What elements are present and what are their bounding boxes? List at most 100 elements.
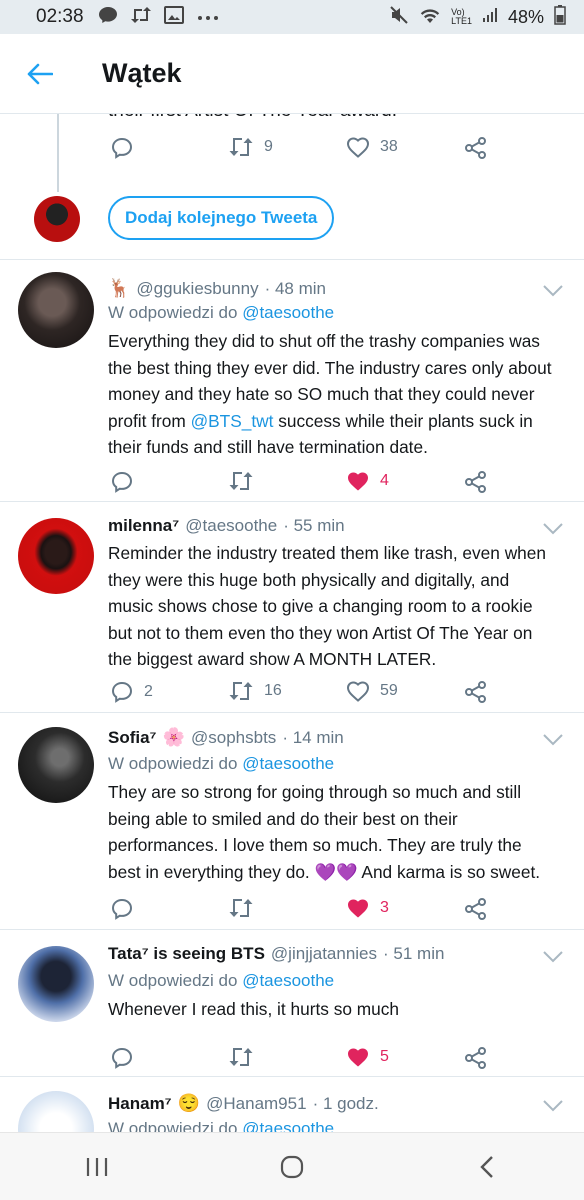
user-handle[interactable]: @ggukiesbunny [136, 279, 258, 299]
reply-button[interactable] [110, 1046, 134, 1070]
like-count: 3 [380, 899, 389, 916]
reply-to-handle[interactable]: @taesoothe [242, 754, 334, 773]
thread-content: their first Artist Of The Year award. 9 … [0, 114, 584, 1132]
user-name[interactable]: Hanam⁷ [108, 1094, 172, 1114]
user-avatar[interactable] [18, 1091, 94, 1132]
like-button[interactable]: 4 [346, 470, 389, 492]
tweet-time: · 1 godz. [312, 1093, 379, 1113]
user-avatar[interactable] [18, 272, 94, 348]
thread-line [57, 114, 59, 192]
like-button[interactable]: 38 [346, 136, 398, 158]
mention-link[interactable]: @BTS_twt [191, 411, 274, 431]
heart-filled-icon [348, 899, 368, 918]
reply-icon [111, 1047, 133, 1069]
tweet[interactable]: Sofia⁷ 🌸 @sophsbts · 14 min W odpowiedzi… [0, 713, 584, 929]
like-count: 5 [380, 1048, 389, 1065]
signal-icon [482, 7, 498, 28]
tweet-actions: 2 16 59 [108, 680, 508, 716]
tweet-time: · 14 min [282, 727, 344, 747]
like-button[interactable]: 3 [346, 897, 389, 919]
retweet-count: 9 [264, 138, 273, 155]
like-button[interactable]: 59 [346, 680, 398, 702]
recent-apps-button[interactable] [67, 1147, 127, 1187]
reply-to-handle[interactable]: @taesoothe [242, 1119, 334, 1132]
reply-to-handle[interactable]: @taesoothe [242, 303, 334, 322]
relieved-emoji-icon: 😌 [177, 1093, 201, 1113]
tweet-text: Everything they did to shut off the tras… [108, 331, 552, 457]
tweet[interactable]: 🦌 @ggukiesbunny · 48 min W odpowiedzi do… [0, 260, 584, 501]
retweet-icon [229, 472, 253, 490]
user-handle[interactable]: @sophsbts [191, 728, 276, 748]
like-button[interactable]: 5 [346, 1046, 389, 1068]
retweet-button[interactable] [228, 1046, 254, 1068]
home-button[interactable] [262, 1147, 322, 1187]
retweet-icon [229, 899, 253, 917]
reply-count: 2 [144, 683, 153, 700]
home-icon [280, 1155, 304, 1178]
share-button[interactable] [464, 680, 488, 704]
chevron-down-icon[interactable] [542, 733, 564, 747]
reply-icon [111, 681, 133, 703]
user-handle[interactable]: @taesoothe [185, 516, 277, 536]
chevron-down-icon[interactable] [542, 284, 564, 298]
previous-tweet-actions: 9 38 [108, 136, 508, 172]
share-button[interactable] [464, 897, 488, 921]
user-handle[interactable]: @Hanam951 [206, 1094, 306, 1114]
user-avatar[interactable] [18, 518, 94, 594]
user-name[interactable]: Tata⁷ is seeing BTS [108, 944, 265, 964]
retweet-icon [229, 138, 253, 156]
user-name[interactable]: milenna⁷ [108, 516, 179, 536]
tweet-text: Reminder the industry treated them like … [108, 543, 547, 669]
heart-icon [346, 681, 370, 702]
tweet[interactable]: milenna⁷ @taesoothe · 55 min Reminder th… [0, 502, 584, 712]
user-name[interactable]: Sofia⁷ [108, 728, 157, 748]
reply-icon [111, 137, 133, 159]
tweet-time: · 51 min [383, 944, 445, 963]
tweet-time: · 55 min [283, 516, 345, 535]
status-time: 02:38 [36, 6, 84, 27]
tweet[interactable]: Tata⁷ is seeing BTS @jinjjatannies · 51 … [0, 930, 584, 1076]
back-arrow-icon [27, 63, 53, 84]
share-button[interactable] [464, 136, 488, 160]
user-avatar[interactable] [18, 946, 94, 1022]
battery-icon [554, 4, 566, 30]
system-nav-bar [0, 1132, 584, 1200]
chevron-down-icon[interactable] [542, 950, 564, 964]
retweet-button[interactable]: 9 [228, 136, 273, 158]
user-handle[interactable]: @jinjjatannies [271, 944, 377, 964]
chevron-down-icon[interactable] [542, 1099, 564, 1113]
reply-button[interactable] [110, 470, 134, 494]
retweet-button[interactable]: 16 [228, 680, 282, 702]
reply-button[interactable] [110, 136, 134, 160]
reply-icon [111, 898, 133, 920]
tweet[interactable]: Hanam⁷ 😌 @Hanam951 · 1 godz. W odpowiedz… [0, 1077, 584, 1132]
retweet-button[interactable] [228, 470, 254, 492]
own-avatar [34, 196, 80, 242]
retweet-icon [229, 682, 253, 700]
share-button[interactable] [464, 1046, 488, 1070]
reply-button[interactable]: 2 [110, 680, 153, 704]
reply-to-label: W odpowiedzi do [108, 303, 238, 322]
back-button[interactable] [0, 34, 80, 114]
share-icon [465, 137, 486, 159]
gallery-icon [163, 5, 184, 29]
retweet-button[interactable] [228, 897, 254, 919]
user-avatar[interactable] [18, 727, 94, 803]
network-label: LTE1 [451, 16, 472, 26]
reply-to-handle[interactable]: @taesoothe [242, 971, 334, 990]
like-count: 59 [380, 682, 398, 699]
heart-filled-icon [348, 1048, 368, 1067]
system-back-button[interactable] [457, 1147, 517, 1187]
tweet-time: · 48 min [264, 278, 327, 298]
add-tweet-button[interactable]: Dodaj kolejnego Tweeta [108, 196, 335, 240]
share-button[interactable] [464, 470, 488, 494]
reply-button[interactable] [110, 897, 134, 921]
heart-icon [346, 137, 370, 158]
share-icon [465, 471, 486, 493]
tweet-actions: 3 [108, 897, 508, 933]
chevron-down-icon[interactable] [542, 522, 564, 536]
mute-icon [389, 5, 409, 30]
previous-tweet-text: their first Artist Of The Year award. [108, 114, 397, 122]
tweet-text: They are so strong for going through so … [108, 782, 541, 882]
share-icon [465, 1047, 486, 1069]
